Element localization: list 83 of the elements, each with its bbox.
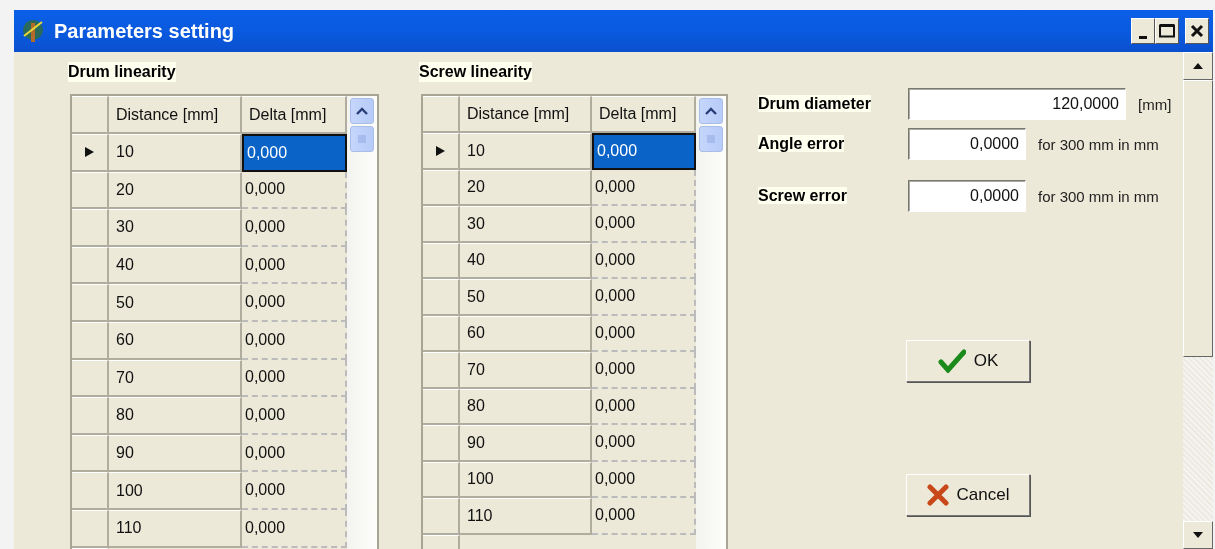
field-label: Screw error — [758, 187, 848, 205]
row-header-cell[interactable] — [72, 171, 109, 210]
row-header-cell[interactable] — [72, 134, 109, 172]
table-cell: 40 — [109, 246, 242, 285]
table-cell: 110 — [460, 498, 592, 535]
table-cell: 110 — [109, 509, 242, 548]
table-cell: 80 — [460, 388, 592, 425]
table-cell: 40 — [460, 242, 592, 279]
table-cell: 30 — [460, 206, 592, 243]
close-icon — [1190, 24, 1204, 38]
row-header-cell[interactable] — [72, 434, 109, 473]
maximize-button[interactable] — [1155, 18, 1179, 44]
row-header-cell[interactable] — [423, 206, 460, 243]
scroll-up-button[interactable] — [350, 98, 374, 124]
chevron-up-icon — [705, 107, 717, 115]
number-field[interactable]: 0,0000 — [908, 180, 1026, 212]
table-cell[interactable]: 0,000 — [592, 133, 696, 170]
row-header-cell[interactable] — [423, 498, 460, 535]
field-label: Angle error — [758, 135, 846, 153]
scrollbar[interactable] — [696, 96, 726, 549]
number-field[interactable]: 0,0000 — [908, 128, 1026, 160]
window-title: Parameters setting — [54, 19, 236, 43]
row-header-cell[interactable] — [72, 472, 109, 510]
window-scrollbar[interactable] — [1183, 52, 1213, 549]
row-header-cell[interactable] — [423, 279, 460, 316]
table-cell: 70 — [460, 352, 592, 389]
row-header-cell[interactable] — [423, 242, 460, 279]
row-header-cell[interactable] — [423, 352, 460, 389]
table-cell: 50 — [109, 284, 242, 322]
minimize-button[interactable] — [1131, 18, 1155, 44]
table-cell[interactable]: 0,000 — [242, 134, 347, 172]
triangle-up-icon — [1193, 63, 1203, 69]
scroll-thumb[interactable] — [699, 126, 723, 152]
unit-label: [mm] — [1138, 95, 1172, 113]
row-header-cell[interactable] — [423, 315, 460, 352]
chevron-up-icon — [356, 107, 368, 115]
row-header-cell[interactable] — [72, 321, 109, 360]
field-label: Drum diameter — [758, 95, 872, 113]
table-cell: 90 — [109, 434, 242, 473]
scroll-down-button[interactable] — [1183, 521, 1213, 549]
row-header-cell[interactable] — [72, 246, 109, 285]
cancel-button[interactable]: Cancel — [906, 474, 1030, 516]
cross-icon — [926, 484, 949, 506]
table-cell: 60 — [109, 321, 242, 360]
checkmark-icon — [937, 349, 966, 373]
scroll-up-button[interactable] — [699, 98, 723, 124]
row-header-cell — [423, 96, 460, 133]
row-header-cell[interactable] — [423, 169, 460, 206]
unit-label: for 300 mm in mm — [1038, 187, 1159, 205]
row-header-cell[interactable] — [72, 359, 109, 398]
row-header-cell[interactable] — [72, 509, 109, 548]
column-header[interactable]: Distance [mm] — [460, 96, 592, 133]
table-cell: 50 — [460, 279, 592, 316]
row-header-cell[interactable] — [72, 209, 109, 247]
row-header-cell[interactable] — [423, 461, 460, 498]
maximize-icon — [1159, 24, 1175, 38]
number-field[interactable]: 120,0000 — [908, 88, 1126, 120]
scroll-thumb[interactable] — [350, 126, 374, 152]
column-header[interactable]: Distance [mm] — [109, 96, 242, 134]
row-header-cell[interactable] — [423, 388, 460, 425]
row-header-cell[interactable] — [72, 397, 109, 435]
row-header-cell[interactable] — [72, 284, 109, 322]
table-cell: 70 — [109, 359, 242, 398]
section-title: Drum linearity — [68, 62, 176, 82]
table-cell: 20 — [109, 171, 242, 210]
table-cell: 80 — [109, 397, 242, 435]
scrollbar[interactable] — [347, 96, 377, 549]
table-cell: 90 — [460, 425, 592, 462]
table-cell: 100 — [109, 472, 242, 510]
minimize-icon — [1139, 35, 1147, 39]
table-cell: 100 — [460, 461, 592, 498]
table-cell: 60 — [460, 315, 592, 352]
close-button[interactable] — [1185, 18, 1209, 44]
row-header-cell[interactable] — [423, 133, 460, 170]
row-header-cell — [72, 96, 109, 134]
app-icon — [20, 18, 46, 44]
section-title: Screw linearity — [419, 62, 532, 82]
triangle-down-icon — [1193, 532, 1203, 538]
table-cell: 20 — [460, 169, 592, 206]
unit-label: for 300 mm in mm — [1038, 135, 1159, 153]
table-cell: 30 — [109, 209, 242, 247]
row-header-cell[interactable] — [423, 425, 460, 462]
ok-button[interactable]: OK — [906, 340, 1030, 382]
